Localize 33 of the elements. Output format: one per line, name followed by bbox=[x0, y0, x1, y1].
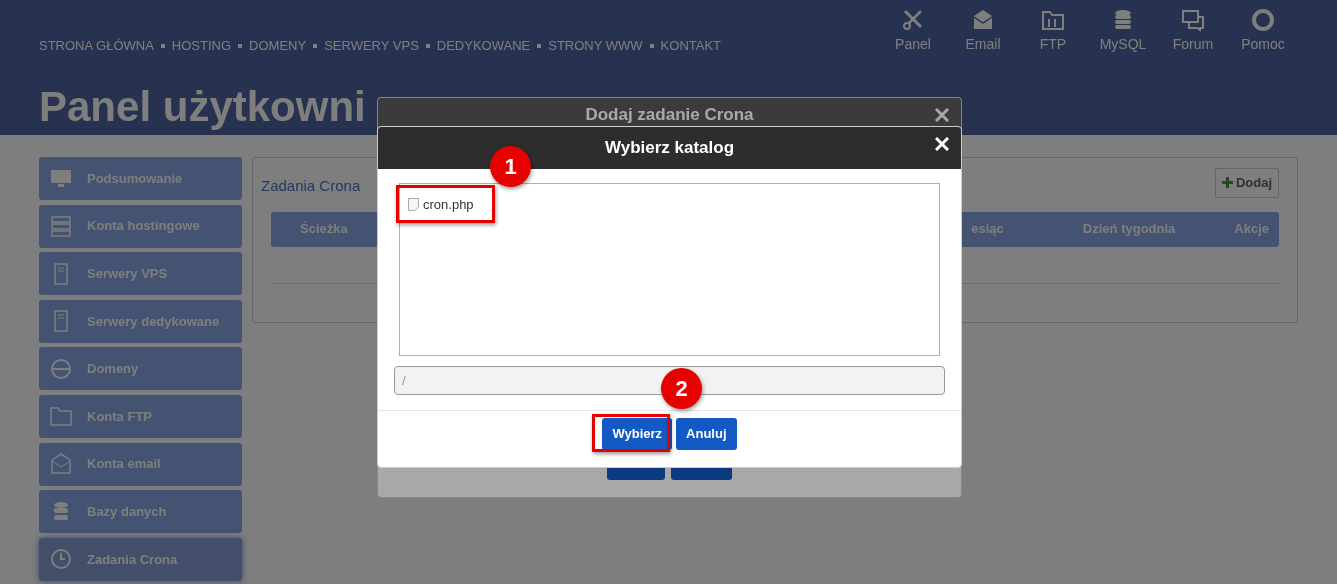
chat-icon bbox=[1181, 8, 1205, 32]
close-icon bbox=[935, 107, 949, 122]
quick-link[interactable]: FTP bbox=[1018, 8, 1088, 135]
plus-icon bbox=[1221, 177, 1233, 189]
quick-link[interactable]: Panel bbox=[878, 8, 948, 135]
nav-link[interactable]: SERWERY VPS bbox=[324, 36, 419, 56]
add-button[interactable]: Dodaj bbox=[1214, 168, 1279, 198]
envelope-icon bbox=[49, 452, 73, 477]
page-title: Panel użytkowni bbox=[39, 84, 366, 130]
dialog-title: Dodaj zadanie Crona bbox=[585, 106, 754, 124]
dialog-title: Wybierz katalog bbox=[604, 137, 735, 160]
nav-link[interactable]: DOMENY bbox=[249, 36, 307, 56]
quick-link[interactable]: Forum bbox=[1158, 8, 1228, 135]
nav-link[interactable]: HOSTING bbox=[171, 36, 232, 56]
cancel-button[interactable]: Anuluj bbox=[676, 418, 737, 450]
quick-link[interactable]: MySQL bbox=[1088, 8, 1158, 135]
server-icon bbox=[49, 214, 73, 239]
tools-icon bbox=[901, 8, 925, 32]
section-title: Zadania Crona bbox=[261, 176, 361, 196]
select-button[interactable]: Wybierz bbox=[602, 418, 673, 450]
nav-link[interactable]: DEDYKOWANE bbox=[436, 36, 531, 56]
nav-link[interactable]: STRONY WWW bbox=[548, 36, 643, 56]
file-icon bbox=[408, 198, 419, 212]
nav-link[interactable]: STRONA GŁÓWNA bbox=[39, 36, 154, 56]
file-item[interactable]: cron.php bbox=[406, 193, 476, 217]
folder-icon bbox=[1041, 8, 1065, 32]
quick-link[interactable]: Pomoc bbox=[1228, 8, 1298, 135]
folder-icon bbox=[49, 404, 73, 429]
nav-link[interactable]: KONTAKT bbox=[660, 36, 722, 56]
envelope-icon bbox=[971, 8, 995, 32]
quick-link[interactable]: Email bbox=[948, 8, 1018, 135]
close-icon bbox=[935, 136, 949, 151]
clock-icon bbox=[49, 547, 73, 572]
